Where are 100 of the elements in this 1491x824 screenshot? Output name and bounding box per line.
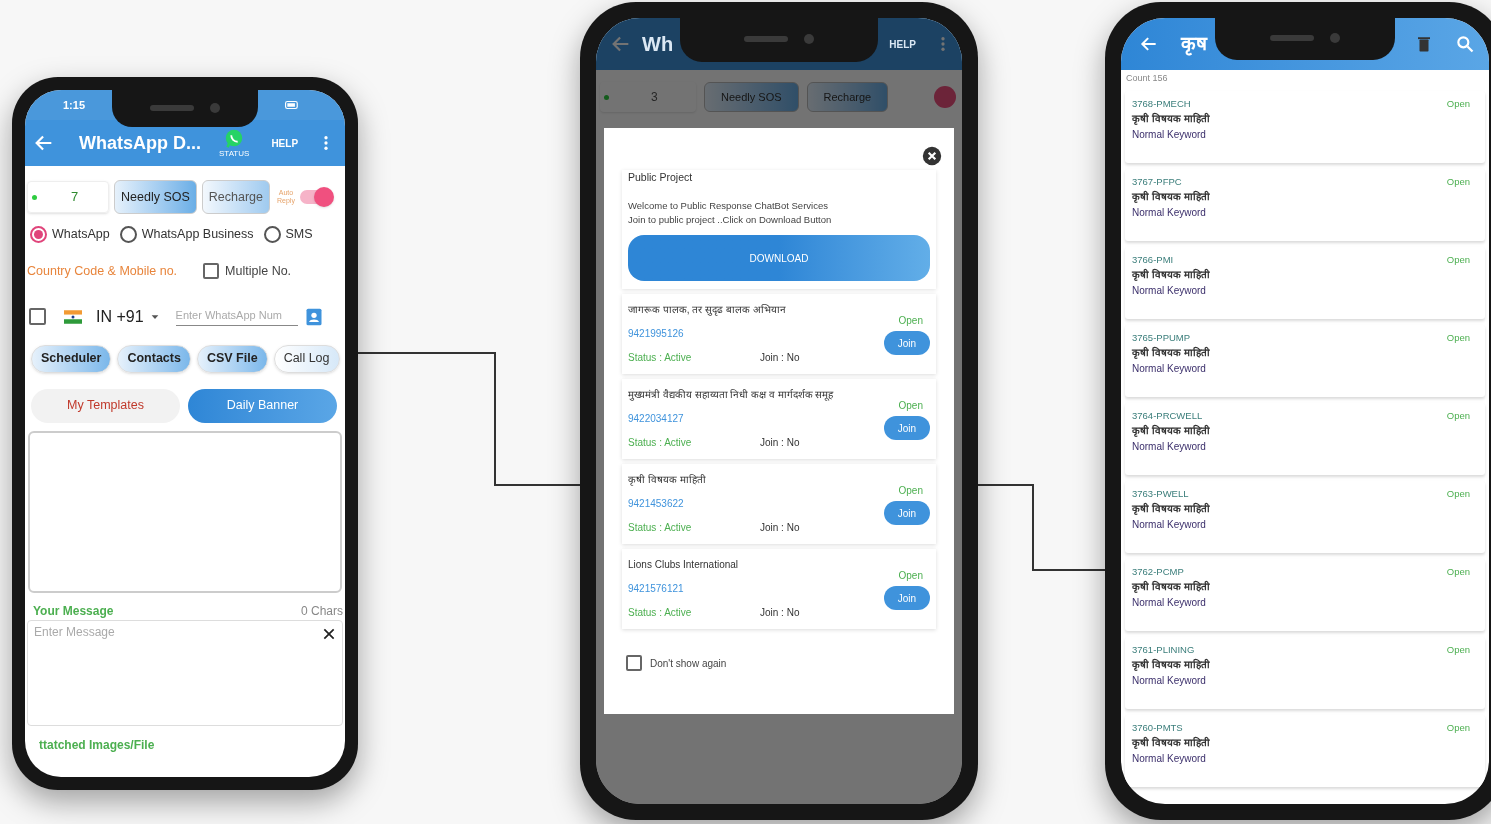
open-status: Open	[1446, 98, 1470, 111]
source-button[interactable]: Call Log	[273, 344, 340, 373]
keyword-code: 3761-PLINING	[1132, 644, 1196, 654]
join-status: Join : No	[760, 351, 800, 366]
keyword-title: कृषी विषयक माहिती	[1132, 192, 1211, 202]
close-icon[interactable]	[922, 146, 942, 166]
camera-icon	[804, 34, 814, 44]
keyword-title: कृषी विषयक माहिती	[1132, 504, 1211, 514]
keyword-code: 3764-PRCWELL	[1132, 410, 1204, 420]
radio-label: WhatsApp	[52, 226, 110, 243]
dialog-message: Join to public project ..Click on Download Button	[628, 213, 833, 227]
project-phone: 9422034127	[628, 412, 685, 427]
speaker-icon	[1270, 35, 1314, 41]
app-title: Wh	[642, 32, 674, 57]
checkbox-label: Don't show again	[650, 656, 727, 671]
project-phone: 9421576121	[628, 582, 685, 597]
source-button[interactable]: CSV File	[196, 344, 268, 373]
keyword-type: Normal Keyword	[1132, 286, 1207, 296]
keyword-title: कृषी विषयक माहिती	[1132, 738, 1211, 748]
speaker-icon	[744, 36, 788, 42]
source-button[interactable]: Scheduler	[31, 344, 112, 373]
open-status: Open	[1446, 332, 1470, 345]
keyword-type: Normal Keyword	[1132, 676, 1207, 686]
project-name: मुख्यमंत्री वैद्यकीय सहाय्यता निधी कक्ष व मार्गदर्शक समूह	[628, 388, 835, 403]
open-status: Open	[1446, 722, 1470, 735]
open-status: Open	[1446, 254, 1470, 267]
keyword-type: Normal Keyword	[1132, 598, 1207, 608]
radio-label: WhatsApp Business	[141, 226, 254, 243]
keyword-code: 3765-PPUMP	[1132, 332, 1192, 342]
camera-icon	[1330, 33, 1340, 43]
join-status: Join : No	[760, 436, 800, 451]
field-label: Country Code & Mobile no.	[27, 262, 178, 280]
project-status: Status : Active	[628, 351, 693, 366]
keyword-card[interactable]: 3766-PMI कृषी विषयक माहिती Normal Keyword Open	[1125, 246, 1485, 319]
top-button[interactable]: Needly SOS	[114, 180, 197, 214]
keyword-card[interactable]: 3768-PMECH कृषी विषयक माहिती Normal Keyword Open	[1125, 90, 1485, 163]
keyword-type: Normal Keyword	[1132, 364, 1207, 374]
join-status: Join : No	[760, 521, 800, 536]
keyword-card[interactable]: 3762-PCMP कृषी विषयक माहिती Normal Keyword Open	[1125, 558, 1485, 631]
project-name: Lions Clubs International	[628, 558, 740, 573]
radio-button[interactable]	[263, 225, 281, 243]
item-count: Count 156	[1126, 72, 1169, 85]
keyword-card[interactable]: 3761-PLINING कृषी विषयक माहिती Normal Keyword Open	[1125, 636, 1485, 709]
dialog-message: Welcome to Public Response ChatBot Services	[628, 198, 829, 213]
keyword-card[interactable]: 3764-PRCWELL कृषी विषयक माहिती Normal Keyword Open	[1125, 402, 1485, 475]
open-status: Open	[1446, 488, 1470, 501]
keyword-title: कृषी विषयक माहिती	[1132, 582, 1211, 592]
checkbox-label: Multiple No.	[225, 262, 292, 280]
keyword-card[interactable]: 3767-PFPC कृषी विषयक माहिती Normal Keyword Open	[1125, 168, 1485, 241]
app-title: कृष	[1181, 31, 1207, 58]
trash-icon[interactable]	[1415, 35, 1433, 53]
keyword-code: 3762-PCMP	[1132, 566, 1185, 576]
source-button[interactable]: Contacts	[117, 344, 191, 373]
project-status: Status : Active	[628, 436, 693, 451]
field-label: Your Message	[33, 604, 114, 617]
keyword-type: Normal Keyword	[1132, 520, 1207, 530]
open-status: Open	[898, 484, 923, 499]
checkbox[interactable]	[626, 655, 642, 672]
radio-button[interactable]	[119, 225, 137, 243]
radio-button[interactable]	[30, 225, 47, 243]
keyword-card[interactable]: 3765-PPUMP कृषी विषयक माहिती Normal Keyword Open	[1125, 324, 1485, 397]
keyword-title: कृषी विषयक माहिती	[1132, 426, 1211, 436]
project-status: Status : Active	[628, 521, 693, 536]
keyword-type: Normal Keyword	[1132, 208, 1207, 218]
open-status: Open	[1446, 410, 1470, 423]
keyword-title: कृषी विषयक माहिती	[1132, 660, 1211, 670]
template-tab[interactable]: My Templates	[31, 388, 180, 423]
keyword-code: 3763-PWELL	[1132, 488, 1190, 498]
top-button[interactable]: Recharge	[201, 180, 270, 214]
counter-value: 3	[651, 89, 658, 106]
open-status: Open	[1446, 644, 1470, 657]
search-icon[interactable]	[1455, 34, 1475, 54]
help-button[interactable]: HELP	[889, 36, 916, 52]
checkbox[interactable]	[203, 263, 220, 280]
counter-value: 7	[71, 188, 79, 207]
phone-number-field[interactable]: Enter WhatsApp Num	[175, 306, 298, 327]
open-status: Open	[898, 399, 923, 414]
open-status: Open	[1446, 176, 1470, 189]
status-time: 1:15	[63, 97, 86, 113]
checkbox[interactable]	[29, 308, 46, 325]
char-count: 0 Chars	[300, 604, 343, 617]
keyword-type: Normal Keyword	[1132, 442, 1207, 452]
keyword-title: कृषी विषयक माहिती	[1132, 348, 1211, 358]
app-title: WhatsApp D...	[79, 131, 201, 155]
field-label: ttatched Images/File	[39, 736, 155, 754]
open-status: Open	[898, 569, 923, 584]
keyword-card[interactable]: 3763-PWELL कृषी विषयक माहिती Normal Keyword Open	[1125, 480, 1485, 553]
download-button[interactable]: DOWNLOAD	[628, 235, 930, 282]
keyword-title: कृषी विषयक माहिती	[1132, 114, 1211, 124]
radio-label: SMS	[285, 226, 313, 243]
project-phone: 9421453622	[628, 497, 685, 512]
message-field[interactable]: Enter Message	[27, 619, 343, 726]
keyword-type: Normal Keyword	[1132, 130, 1207, 140]
keyword-card[interactable]: 3760-PMTS कृषी विषयक माहिती Normal Keyword Open	[1125, 714, 1485, 787]
project-name: जागरूक पालक, तर सुदृढ बालक अभियान	[628, 303, 787, 318]
keyword-code: 3766-PMI	[1132, 254, 1175, 264]
dialog-title: Public Project	[628, 170, 694, 185]
country-picker[interactable]: IN +91	[96, 304, 160, 329]
open-status: Open	[898, 314, 923, 329]
keyword-title: कृषी विषयक माहिती	[1132, 270, 1211, 280]
